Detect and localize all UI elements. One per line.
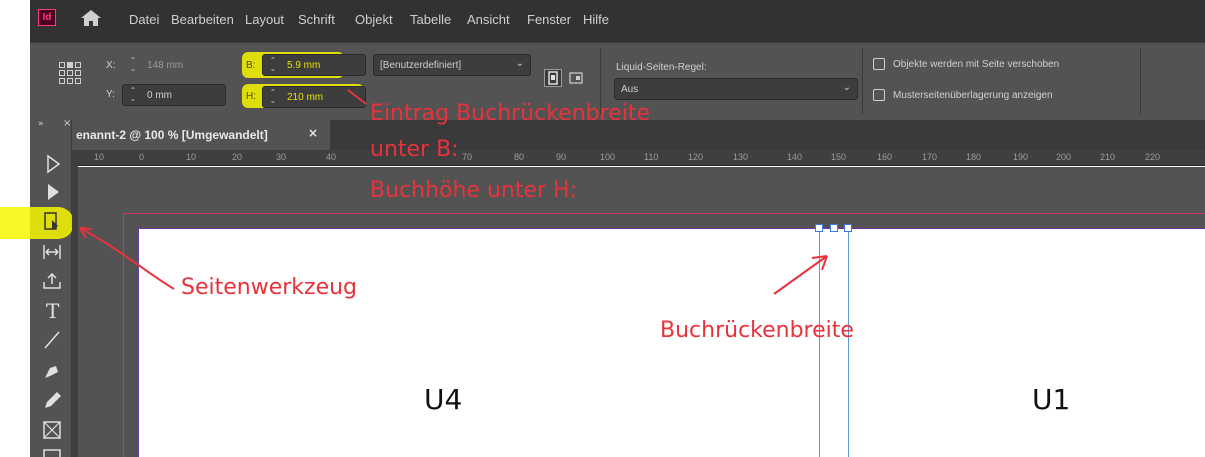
annotation-entry-line1: Eintrag Buchrückenbreite [370, 101, 650, 126]
y-field[interactable]: ⌃ ⌄ 0 mm [122, 84, 226, 106]
chevron-down-icon: ⌄ [515, 58, 524, 69]
menu-bar: Id Datei Bearbeiten Layout Schrift Objek… [30, 0, 1205, 42]
menu-schrift[interactable]: Schrift [298, 12, 335, 27]
ruler-tick-label: 120 [688, 152, 704, 162]
ruler-tick-label: 210 [1100, 152, 1116, 162]
b-stepper-icon[interactable]: ⌃ ⌄ [266, 57, 280, 73]
y-label: Y: [106, 89, 115, 100]
h-label: H: [246, 91, 256, 102]
app-logo: Id [38, 9, 56, 26]
ruler-tick-label: 130 [733, 152, 749, 162]
preset-dropdown[interactable]: [Benutzerdefiniert] ⌄ [373, 54, 531, 76]
ruler-tick-label: 200 [1056, 152, 1072, 162]
ruler-tick-label: 110 [644, 152, 659, 162]
x-field[interactable]: ⌃ ⌄ 148 mm [122, 54, 226, 76]
panel-collapse-icon[interactable]: » [38, 119, 44, 129]
menu-hilfe[interactable]: Hilfe [583, 12, 609, 27]
page-label-u1: U1 [1032, 383, 1071, 416]
indesign-window: Id Datei Bearbeiten Layout Schrift Objek… [0, 0, 1205, 457]
liquid-rule-label: Liquid-Seiten-Regel: [616, 62, 707, 73]
pencil-tool-icon[interactable] [40, 388, 66, 412]
master-overlay-label: Musterseitenüberlagerung anzeigen [893, 90, 1053, 101]
master-overlay-checkbox[interactable] [873, 89, 885, 101]
menu-datei[interactable]: Datei [129, 12, 159, 27]
x-stepper-icon[interactable]: ⌃ ⌄ [126, 57, 140, 73]
home-icon[interactable] [80, 8, 102, 28]
move-objects-label: Objekte werden mit Seite verschoben [893, 59, 1060, 70]
ruler-tick-label: 180 [966, 152, 982, 162]
direct-selection-tool-icon[interactable] [40, 180, 66, 204]
x-label: X: [106, 60, 116, 71]
ruler-tick-label: 160 [877, 152, 893, 162]
spine-handle[interactable] [815, 224, 823, 232]
ruler-tick-label: 90 [556, 152, 567, 162]
b-label: B: [246, 60, 256, 71]
rectangle-frame-tool-icon[interactable] [40, 418, 66, 442]
ruler-tick-label: 220 [1145, 152, 1161, 162]
h-field[interactable]: ⌃ ⌄ 210 mm [262, 86, 366, 108]
control-separator [1140, 48, 1141, 114]
panel-close-icon[interactable]: × [63, 118, 71, 129]
ruler-tick-label: 20 [232, 152, 243, 162]
annotation-page-tool: Seitenwerkzeug [181, 275, 358, 300]
ruler-tick-label: 150 [831, 152, 847, 162]
document-tab-label: enannt-2 @ 100 % [Umgewandelt] [76, 128, 268, 142]
ruler-tick-label: 140 [787, 152, 803, 162]
ruler-tick-label: 70 [462, 152, 473, 162]
liquid-rule-dropdown[interactable]: Aus ⌄ [614, 78, 858, 100]
rectangle-tool-icon[interactable] [40, 446, 66, 457]
menu-bearbeiten[interactable]: Bearbeiten [171, 12, 234, 27]
pen-tool-icon[interactable] [40, 358, 66, 382]
page-orientation-landscape-icon[interactable] [568, 70, 586, 88]
control-separator [862, 48, 863, 114]
b-field[interactable]: ⌃ ⌄ 5.9 mm [262, 54, 366, 76]
page-orientation-portrait-icon[interactable] [544, 69, 562, 87]
annotation-entry-line3: Buchhöhe unter H: [370, 178, 577, 203]
annotation-spine: Buchrückenbreite [660, 318, 854, 343]
ruler-tick-label: 40 [326, 152, 337, 162]
svg-text:T: T [46, 299, 60, 322]
chevron-down-icon: ⌄ [842, 82, 851, 93]
menu-ansicht[interactable]: Ansicht [467, 12, 510, 27]
ruler-tick-label: 190 [1013, 152, 1029, 162]
page-label-u4: U4 [424, 383, 463, 416]
ruler-tick-label: 30 [276, 152, 287, 162]
ruler-tick-label: 0 [139, 152, 145, 162]
selection-tool-icon[interactable] [40, 152, 66, 176]
menu-fenster[interactable]: Fenster [527, 12, 571, 27]
annotation-entry-line2: unter B: [370, 137, 459, 162]
menu-layout[interactable]: Layout [245, 12, 284, 27]
page-tool-icon[interactable] [40, 210, 66, 234]
ruler-tick-label: 100 [600, 152, 616, 162]
ruler-tick-label: 80 [514, 152, 525, 162]
y-stepper-icon[interactable]: ⌃ ⌄ [126, 87, 140, 103]
menu-tabelle[interactable]: Tabelle [410, 12, 451, 27]
spine-handle[interactable] [844, 224, 852, 232]
ruler-tick-label: 10 [186, 152, 197, 162]
spine-handle[interactable] [830, 224, 838, 232]
close-tab-icon[interactable]: × [308, 126, 318, 140]
gap-tool-icon[interactable] [40, 240, 66, 264]
content-collector-tool-icon[interactable] [40, 268, 66, 292]
ruler-tick-label: 10 [94, 152, 105, 162]
menu-objekt[interactable]: Objekt [355, 12, 393, 27]
h-stepper-icon[interactable]: ⌃ ⌄ [266, 89, 280, 105]
move-objects-checkbox[interactable] [873, 58, 885, 70]
type-tool-icon[interactable]: T [40, 298, 66, 322]
reference-point-grid-icon[interactable] [59, 62, 83, 90]
line-tool-icon[interactable] [40, 328, 66, 352]
ruler-tick-label: 170 [922, 152, 938, 162]
